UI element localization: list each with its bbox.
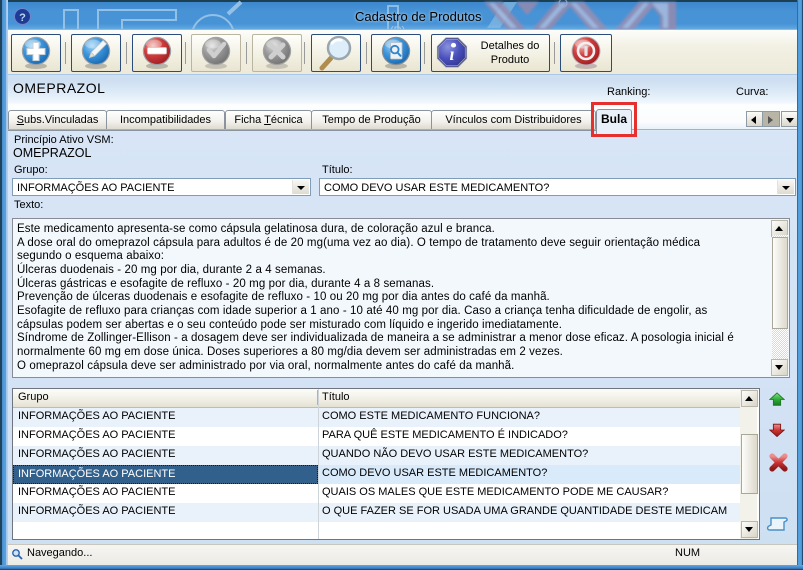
svg-text:?: ?	[19, 12, 26, 24]
svg-text:ı: ı	[449, 44, 454, 64]
